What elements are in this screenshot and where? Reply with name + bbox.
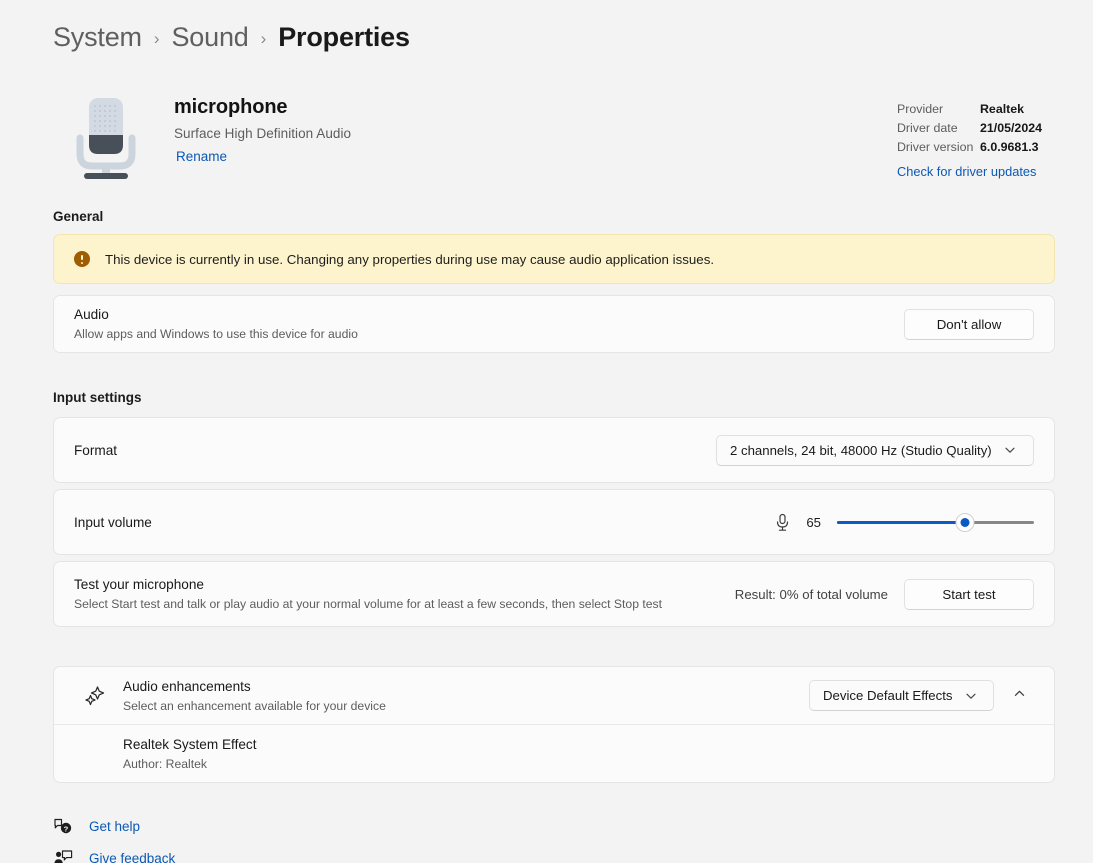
format-label: Format	[74, 442, 118, 458]
enhancements-row-right: Device Default Effects	[809, 680, 1034, 711]
audio-enhancements-row: Audio enhancements Select an enhancement…	[54, 667, 1054, 724]
settings-page: System › Sound › Properties microphone S…	[0, 0, 1093, 863]
input-volume-value: 65	[806, 514, 821, 530]
get-help-link[interactable]: ? Get help	[53, 816, 140, 836]
enhancements-dropdown-value: Device Default Effects	[823, 688, 953, 703]
device-header: microphone Surface High Definition Audio…	[53, 88, 1055, 184]
test-microphone-row: Test your microphone Select Start test a…	[54, 562, 1054, 626]
driver-provider-row: Provider Realtek	[897, 100, 1042, 119]
chevron-down-icon	[965, 690, 977, 702]
get-help-label: Get help	[89, 818, 141, 834]
breadcrumb-separator-icon: ›	[153, 29, 160, 48]
section-title-general: General	[53, 209, 104, 224]
audio-enhancements-label: Audio enhancements	[123, 678, 251, 694]
input-volume-row: Input volume 65	[54, 490, 1054, 554]
microphone-icon	[58, 88, 154, 184]
feedback-icon	[53, 848, 73, 863]
warning-text: This device is currently in use. Changin…	[105, 251, 715, 267]
start-test-button[interactable]: Start test	[904, 578, 1034, 610]
rename-link[interactable]: Rename	[176, 149, 227, 164]
audio-enhancements-description: Select an enhancement available for your…	[123, 698, 386, 713]
input-volume-slider[interactable]	[837, 512, 1034, 532]
effect-row-texts: Realtek System Effect Author: Realtek	[123, 737, 1034, 771]
effect-author: Author: Realtek	[123, 756, 208, 771]
breadcrumb-item-system[interactable]: System	[53, 22, 142, 53]
check-driver-updates-link[interactable]: Check for driver updates	[897, 162, 1042, 181]
enhancements-dropdown[interactable]: Device Default Effects	[809, 680, 994, 711]
breadcrumb: System › Sound › Properties	[53, 22, 410, 53]
audio-label: Audio	[74, 307, 109, 322]
test-microphone-card: Test your microphone Select Start test a…	[53, 561, 1055, 627]
audio-row-texts: Audio Allow apps and Windows to use this…	[74, 307, 904, 341]
device-meta: microphone Surface High Definition Audio…	[174, 88, 351, 166]
input-volume-card: Input volume 65	[53, 489, 1055, 555]
sparkle-effects-icon	[84, 685, 106, 707]
input-volume-row-right: 65	[774, 512, 1034, 532]
breadcrumb-item-properties: Properties	[278, 22, 410, 52]
breadcrumb-item-sound[interactable]: Sound	[172, 22, 249, 53]
audio-description: Allow apps and Windows to use this devic…	[74, 327, 358, 341]
dont-allow-button[interactable]: Don't allow	[904, 308, 1034, 340]
chevron-up-icon	[1013, 687, 1026, 705]
input-volume-label: Input volume	[74, 514, 152, 530]
driver-version-label: Driver version	[896, 140, 974, 154]
microphone-icon	[774, 513, 791, 532]
device-in-use-warning: This device is currently in use. Changin…	[53, 234, 1055, 284]
give-feedback-label: Give feedback	[89, 850, 176, 863]
format-row: Format 2 channels, 24 bit, 48000 Hz (Stu…	[54, 418, 1054, 482]
test-row-right: Result: 0% of total volume Start test	[734, 578, 1034, 610]
driver-provider-value: Realtek	[979, 102, 1025, 116]
section-title-input-settings: Input settings	[53, 390, 142, 405]
enhancements-row-texts: Audio enhancements Select an enhancement…	[123, 679, 809, 713]
device-name: microphone	[174, 96, 288, 118]
format-row-right: 2 channels, 24 bit, 48000 Hz (Studio Qua…	[716, 434, 1034, 466]
slider-thumb[interactable]	[955, 512, 975, 532]
audio-row-right: Don't allow	[904, 308, 1034, 340]
warning-icon	[74, 251, 90, 267]
test-result-text: Result: 0% of total volume	[734, 586, 888, 602]
help-icon: ?	[53, 816, 73, 836]
format-dropdown[interactable]: 2 channels, 24 bit, 48000 Hz (Studio Qua…	[716, 434, 1034, 466]
driver-date-row: Driver date 21/05/2024	[897, 119, 1042, 138]
audio-enhancements-card: Audio enhancements Select an enhancement…	[53, 666, 1055, 783]
format-row-texts: Format	[74, 443, 716, 458]
format-card: Format 2 channels, 24 bit, 48000 Hz (Stu…	[53, 417, 1055, 483]
format-dropdown-value: 2 channels, 24 bit, 48000 Hz (Studio Qua…	[730, 442, 992, 458]
chevron-down-icon	[1004, 444, 1016, 456]
effect-name: Realtek System Effect	[123, 736, 257, 752]
slider-track-fill	[837, 520, 966, 524]
driver-info: Provider Realtek Driver date 21/05/2024 …	[897, 100, 1042, 181]
driver-version-row: Driver version 6.0.9681.3	[897, 138, 1042, 157]
svg-text:?: ?	[64, 824, 69, 833]
input-volume-slider-group: 65	[774, 512, 1034, 532]
give-feedback-link[interactable]: Give feedback	[53, 848, 175, 863]
test-microphone-label: Test your microphone	[74, 577, 204, 592]
audio-allow-card: Audio Allow apps and Windows to use this…	[53, 295, 1055, 353]
breadcrumb-separator-icon: ›	[260, 29, 267, 48]
test-microphone-description: Select Start test and talk or play audio…	[74, 597, 663, 611]
enhancements-expander-button[interactable]	[1004, 681, 1034, 711]
audio-allow-row: Audio Allow apps and Windows to use this…	[54, 296, 1054, 352]
driver-date-label: Driver date	[896, 121, 958, 135]
driver-provider-label: Provider	[896, 102, 944, 116]
input-volume-row-texts: Input volume	[74, 515, 774, 530]
enhancement-effect-row[interactable]: Realtek System Effect Author: Realtek	[54, 725, 1054, 782]
warning-row: This device is currently in use. Changin…	[54, 235, 1054, 283]
driver-date-value: 21/05/2024	[979, 121, 1042, 135]
test-row-texts: Test your microphone Select Start test a…	[74, 577, 735, 611]
device-subtitle: Surface High Definition Audio	[174, 126, 352, 141]
driver-version-value: 6.0.9681.3	[979, 140, 1039, 154]
